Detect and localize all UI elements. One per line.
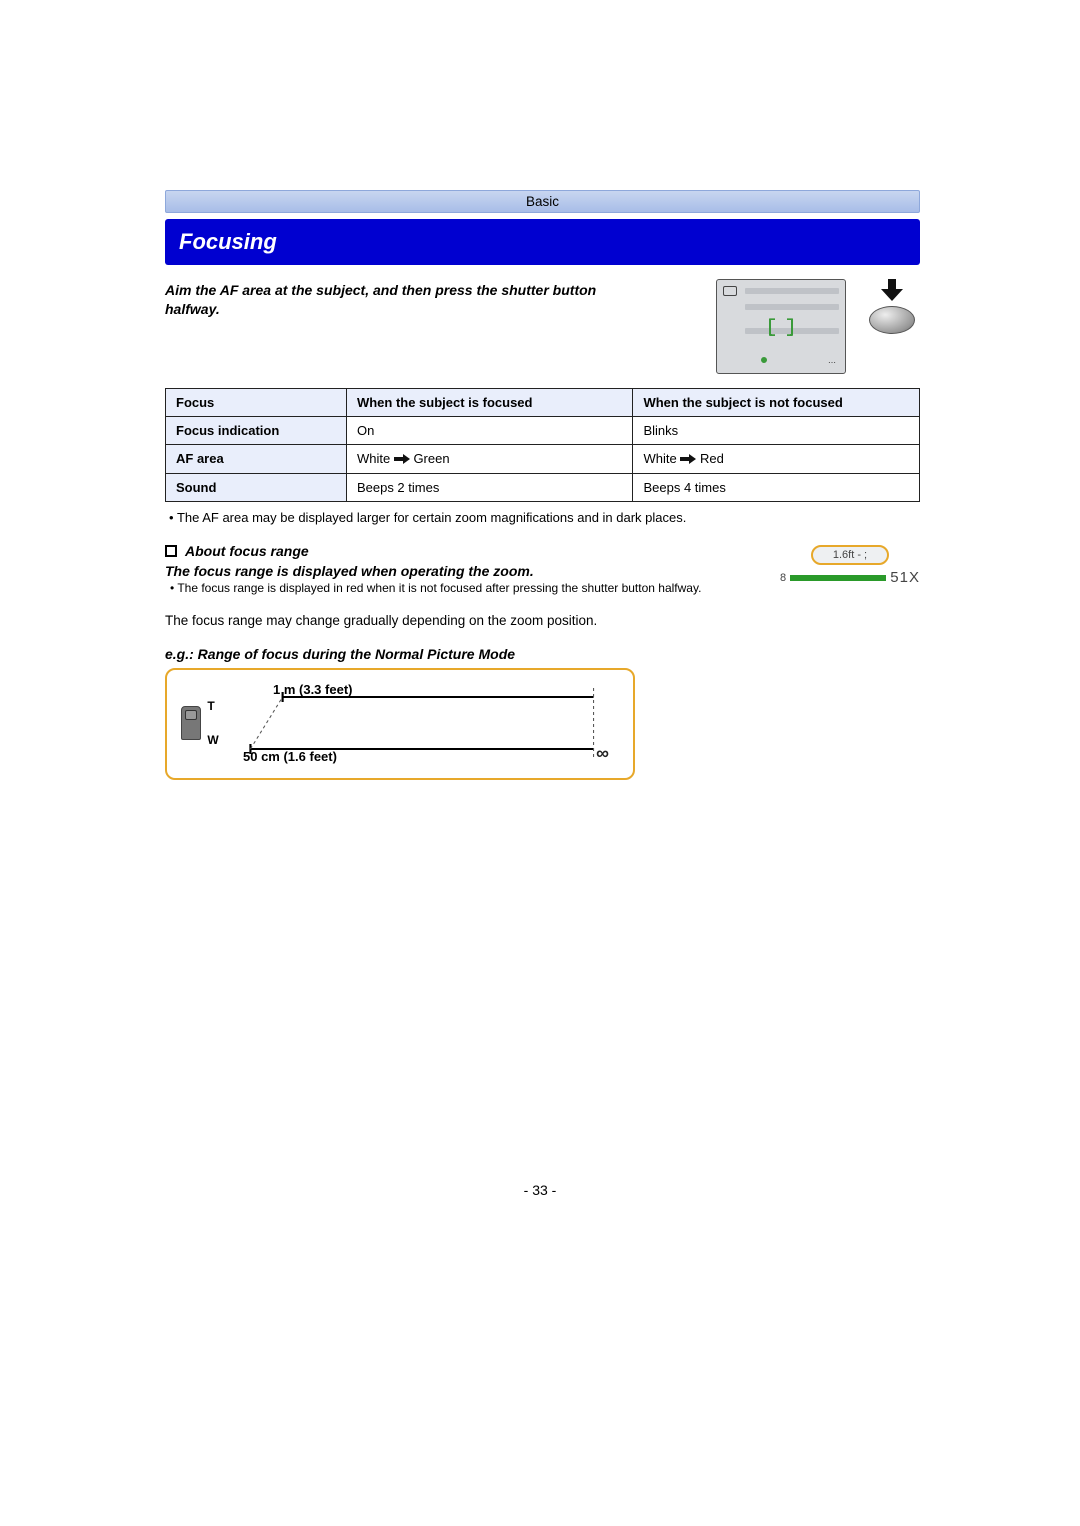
shutter-illustration (864, 279, 920, 374)
row-label: Focus indication (166, 417, 347, 445)
example-title: e.g.: Range of focus during the Normal P… (165, 646, 920, 662)
cell: Blinks (633, 417, 920, 445)
focus-range-display: 1.6ft - ; 8 51X (780, 545, 920, 601)
page-number: - 33 - (0, 1182, 1080, 1198)
row-label: Sound (166, 474, 347, 502)
diagram-bottom-label: 50 cm (1.6 feet) (243, 749, 337, 764)
tele-label: T (207, 699, 218, 713)
wide-label: W (207, 733, 218, 747)
about-heading-text: About focus range (185, 543, 309, 559)
lcd-preview-illustration: ⋯ (716, 279, 846, 374)
range-bar (790, 575, 886, 581)
range-zoom-label: 51X (890, 569, 920, 586)
shutter-button-icon (869, 306, 915, 334)
intro-line-1: Aim the AF area at the subject, and then… (165, 282, 596, 298)
cell: White Green (346, 445, 633, 474)
page-title: Focusing (165, 219, 920, 265)
cell-text-b: Red (700, 451, 724, 466)
focus-dot-icon (761, 357, 767, 363)
diagram-top-label: 1 m (3.3 feet) (273, 682, 352, 697)
camera-icon: T W (185, 699, 215, 747)
cell: Beeps 4 times (633, 474, 920, 502)
about-bullet: • The focus range is displayed in red wh… (165, 581, 756, 595)
checkbox-icon (165, 545, 177, 557)
note-text: The AF area may be displayed larger for … (177, 510, 686, 525)
cell-text-b: Green (413, 451, 449, 466)
gradual-change-paragraph: The focus range may change gradually dep… (165, 613, 920, 628)
cell: White Red (633, 445, 920, 474)
th-not-focused: When the subject is not focused (633, 389, 920, 417)
range-pill: 1.6ft - ; (811, 545, 889, 565)
th-focus: Focus (166, 389, 347, 417)
about-focus-range: About focus range The focus range is dis… (165, 543, 920, 601)
cell-text-a: White (357, 451, 390, 466)
cell: On (346, 417, 633, 445)
table-row: Sound Beeps 2 times Beeps 4 times (166, 474, 920, 502)
cell: Beeps 2 times (346, 474, 633, 502)
arrow-down-icon (879, 279, 905, 304)
range-left-label: 8 (780, 572, 786, 584)
focus-range-diagram: T W 1 m (3.3 feet) 50 cm (1.6 feet) ∞ (165, 668, 635, 780)
th-focused: When the subject is focused (346, 389, 633, 417)
table-row: AF area White Green White Red (166, 445, 920, 474)
arrow-right-icon (394, 452, 410, 467)
intro-line-2: halfway. (165, 301, 220, 317)
intro-text: Aim the AF area at the subject, and then… (165, 279, 698, 374)
arrow-right-icon (680, 452, 696, 467)
about-bullet-text: The focus range is displayed in red when… (177, 581, 701, 595)
lcd-small-text: ⋯ (828, 358, 837, 367)
row-label: AF area (166, 445, 347, 474)
intro-row: Aim the AF area at the subject, and then… (165, 279, 920, 374)
focus-status-table: Focus When the subject is focused When t… (165, 388, 920, 502)
cell-text-a: White (643, 451, 676, 466)
af-area-note: • The AF area may be displayed larger fo… (165, 510, 920, 525)
infinity-symbol: ∞ (596, 743, 609, 764)
about-heading: About focus range (165, 543, 756, 559)
about-body: The focus range is displayed when operat… (165, 563, 756, 579)
section-header: Basic (165, 190, 920, 213)
table-row: Focus indication On Blinks (166, 417, 920, 445)
range-diagram: 1 m (3.3 feet) 50 cm (1.6 feet) ∞ (229, 684, 615, 762)
